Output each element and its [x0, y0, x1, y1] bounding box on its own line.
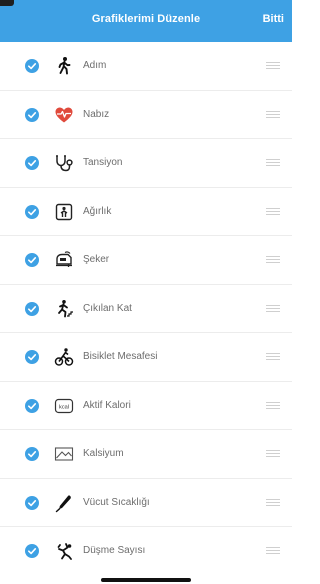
drag-handle-icon[interactable] — [266, 159, 280, 167]
nav-header: Grafiklerimi Düzenle Bitti — [0, 0, 292, 42]
done-button[interactable]: Bitti — [263, 13, 284, 25]
list-item[interactable]: Ağırlık — [0, 188, 292, 236]
stairs-climb-icon — [54, 299, 74, 319]
checkmark-icon[interactable] — [25, 156, 39, 170]
list-item-label: Bisiklet Mesafesi — [83, 351, 158, 362]
bicycle-icon — [54, 347, 74, 367]
checkmark-icon[interactable] — [25, 301, 39, 316]
checkmark-icon[interactable] — [25, 447, 39, 461]
drag-handle-icon[interactable] — [266, 256, 280, 264]
checkmark-icon[interactable] — [25, 350, 39, 364]
list-item[interactable]: Düşme Sayısı — [0, 527, 292, 576]
list-item[interactable]: Şeker — [0, 236, 292, 285]
stethoscope-icon — [54, 153, 74, 173]
list-item[interactable]: Nabız — [0, 91, 292, 139]
drag-handle-icon[interactable] — [266, 110, 280, 119]
checkmark-icon[interactable] — [25, 107, 39, 122]
drag-handle-icon[interactable] — [266, 401, 280, 410]
checkmark-icon[interactable] — [25, 398, 39, 413]
chart-list: Adım Nabız Tansiyon Ağırlık Şeker Çıkıla… — [0, 42, 292, 576]
checkmark-icon[interactable] — [25, 204, 39, 219]
walking-person-icon — [54, 56, 74, 76]
drag-handle-icon[interactable] — [266, 450, 280, 458]
checkmark-icon[interactable] — [25, 495, 39, 510]
list-item-label: Nabız — [83, 108, 110, 120]
glucose-meter-icon — [54, 250, 74, 270]
list-item[interactable]: kcal Aktif Kalori — [0, 382, 292, 430]
kcal-icon-text: kcal — [59, 404, 69, 410]
thermometer-icon — [54, 493, 74, 513]
list-item[interactable]: Kalsiyum — [0, 430, 292, 479]
list-item[interactable]: Tansiyon — [0, 139, 292, 188]
list-item-label: Aktif Kalori — [83, 399, 131, 411]
drag-handle-icon[interactable] — [266, 547, 280, 555]
drag-handle-icon[interactable] — [266, 304, 280, 313]
list-item[interactable]: Adım — [0, 42, 292, 91]
list-item-label: Vücut Sıcaklığı — [83, 496, 150, 508]
list-item-label: Çıkılan Kat — [83, 302, 132, 314]
drag-handle-icon[interactable] — [266, 62, 280, 70]
checkmark-icon[interactable] — [25, 253, 39, 267]
checkmark-icon[interactable] — [25, 544, 39, 558]
drag-handle-icon[interactable] — [266, 353, 280, 361]
list-item[interactable]: Bisiklet Mesafesi — [0, 333, 292, 382]
checkmark-icon[interactable] — [25, 59, 39, 73]
fall-icon — [54, 541, 74, 561]
list-item-label: Adım — [83, 60, 107, 71]
page-title: Grafiklerimi Düzenle — [91, 13, 201, 25]
drag-handle-icon[interactable] — [266, 498, 280, 507]
list-item[interactable]: Çıkılan Kat — [0, 285, 292, 333]
weight-scale-icon — [54, 202, 74, 222]
list-item-label: Ağırlık — [83, 205, 112, 217]
list-item-label: Düşme Sayısı — [83, 545, 146, 556]
chart-icon — [54, 444, 74, 464]
list-item-label: Tansiyon — [83, 157, 123, 168]
list-item-label: Şeker — [83, 254, 110, 265]
heart-pulse-icon — [54, 105, 74, 125]
home-indicator[interactable] — [101, 578, 191, 582]
drag-handle-icon[interactable] — [266, 207, 280, 216]
list-item-label: Kalsiyum — [83, 448, 124, 459]
list-item[interactable]: Vücut Sıcaklığı — [0, 479, 292, 527]
kcal-icon: kcal — [54, 396, 74, 416]
status-bar-notch — [0, 0, 14, 6]
